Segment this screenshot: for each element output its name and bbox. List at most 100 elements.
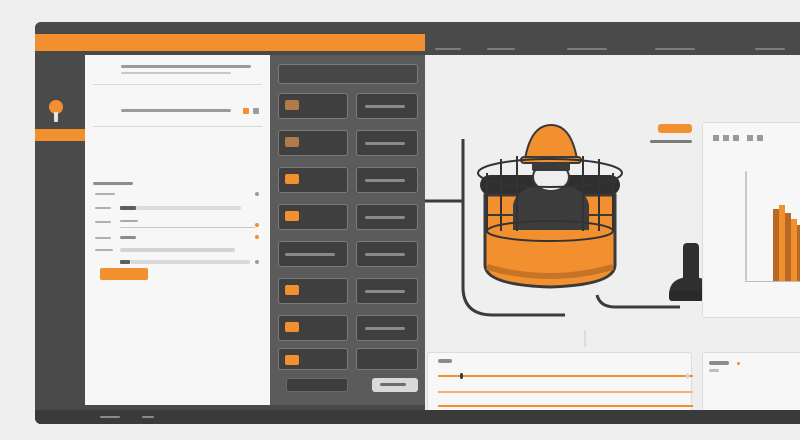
field-label-bar (95, 249, 113, 251)
timeline-track (438, 391, 693, 393)
alert-icon[interactable] (255, 235, 259, 239)
form-header-row (93, 63, 262, 85)
info-icon[interactable] (255, 192, 259, 196)
list-tile[interactable] (278, 315, 348, 341)
timeline-marker[interactable] (460, 373, 463, 379)
list-tile[interactable] (356, 93, 418, 119)
tab-label (435, 48, 461, 50)
top-bar (35, 22, 800, 55)
legend-swatch (757, 135, 763, 141)
field-label-bar (95, 207, 111, 209)
list-tile[interactable] (356, 315, 418, 341)
tab-label (487, 48, 515, 50)
tile-thumbnail (285, 322, 299, 332)
tile-label-bar (365, 142, 405, 145)
tile-thumbnail (285, 285, 299, 295)
tile-label-bar (365, 327, 405, 330)
chart-baseline (745, 281, 800, 282)
main-stage (425, 55, 800, 424)
summary-label-bar (709, 361, 729, 365)
header-tab-3[interactable] (567, 44, 607, 50)
header-text-bar (121, 65, 251, 68)
timeline-track (438, 375, 693, 377)
field-underline (120, 227, 255, 228)
clear-icon[interactable] (255, 260, 259, 264)
field-value-bar (120, 220, 138, 222)
field-label-bar (95, 221, 111, 223)
header-tab-2[interactable] (487, 44, 515, 50)
header-text-bar (121, 72, 231, 74)
title-strip (35, 34, 425, 51)
field-label-bar (95, 193, 115, 195)
legend-swatch (723, 135, 729, 141)
sidebar-item-2-active[interactable] (35, 129, 85, 141)
app-window (35, 22, 800, 424)
list-tile[interactable] (278, 278, 348, 304)
status-text-bar (142, 416, 154, 418)
tile-thumbnail (285, 137, 299, 147)
secondary-button[interactable] (286, 378, 348, 392)
slider-track[interactable] (120, 248, 235, 252)
list-tile[interactable] (356, 348, 418, 370)
more-icon[interactable] (253, 108, 259, 114)
chart-axis (745, 171, 747, 281)
timeline-marker[interactable] (686, 373, 689, 379)
form-toolbar-row (93, 97, 262, 127)
chart-card (702, 122, 800, 318)
toolbar-text-bar (121, 109, 231, 112)
primary-button[interactable] (372, 378, 418, 392)
list-tile[interactable] (356, 204, 418, 230)
timeline-track (438, 405, 693, 407)
text-input[interactable] (130, 260, 250, 264)
caption-text-bar (650, 140, 692, 143)
list-tile[interactable] (278, 348, 348, 370)
list-tile[interactable] (356, 241, 418, 267)
legend-swatch (747, 135, 753, 141)
list-tile[interactable] (356, 167, 418, 193)
list-tile-header[interactable] (278, 64, 418, 84)
list-tile[interactable] (278, 93, 348, 119)
field-value (120, 260, 130, 264)
header-tab-1[interactable] (435, 44, 461, 50)
field-label-bar (95, 237, 111, 239)
tile-label-bar (365, 179, 405, 182)
summary-value-bar (709, 369, 719, 372)
group-label-bar (93, 182, 133, 185)
form-panel (85, 55, 270, 405)
list-tile[interactable] (278, 130, 348, 156)
tile-thumbnail (285, 100, 299, 110)
tile-thumbnail (285, 174, 299, 184)
flag-icon[interactable] (243, 108, 249, 114)
list-tile[interactable] (356, 130, 418, 156)
tile-label-bar (365, 216, 405, 219)
tile-thumbnail (285, 211, 299, 221)
apply-button[interactable] (100, 268, 148, 280)
tile-label-bar (365, 105, 405, 108)
tile-label-bar (365, 290, 405, 293)
header-tab-4[interactable] (655, 44, 695, 50)
legend-swatch (733, 135, 739, 141)
tile-label-bar (365, 253, 405, 256)
stage-badge (658, 124, 692, 133)
status-text-bar (100, 416, 120, 418)
legend-swatch (713, 135, 719, 141)
list-tile[interactable] (278, 241, 348, 267)
tab-label (755, 48, 785, 50)
text-input[interactable] (136, 206, 241, 210)
list-tile[interactable] (278, 204, 348, 230)
tile-thumbnail (285, 355, 299, 365)
status-bar (35, 410, 800, 424)
header-tab-5[interactable] (755, 44, 785, 50)
sidebar (35, 55, 85, 410)
field-value (120, 206, 136, 210)
list-tile[interactable] (356, 278, 418, 304)
status-dot (737, 362, 740, 365)
tile-label-bar (285, 253, 335, 256)
field-value-bar (120, 236, 136, 239)
button-label-bar (380, 383, 406, 386)
list-tile[interactable] (278, 167, 348, 193)
tab-label (655, 48, 695, 50)
tab-label (567, 48, 607, 50)
logo-stem (54, 112, 58, 122)
warning-icon[interactable] (255, 223, 259, 227)
